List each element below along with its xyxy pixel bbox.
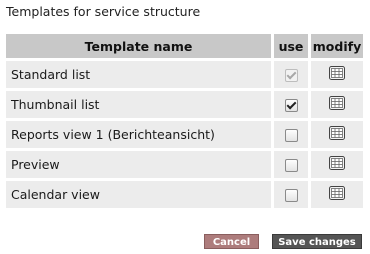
- use-cell: [274, 61, 311, 91]
- template-name: Preview: [11, 157, 60, 172]
- edit-template-icon[interactable]: [329, 66, 345, 83]
- edit-template-icon[interactable]: [329, 96, 345, 113]
- table-row: Thumbnail list: [6, 91, 363, 121]
- use-cell: [274, 151, 311, 181]
- template-name: Calendar view: [11, 187, 100, 202]
- use-checkbox: [284, 69, 298, 82]
- modify-cell: [311, 91, 363, 121]
- table-row: Preview: [6, 151, 363, 181]
- template-name-cell: Preview: [6, 151, 274, 181]
- use-cell: [274, 121, 311, 151]
- header-template-name: Template name: [6, 34, 274, 61]
- edit-template-icon[interactable]: [329, 156, 345, 173]
- use-checkbox[interactable]: [284, 129, 298, 142]
- template-name-cell: Thumbnail list: [6, 91, 274, 121]
- use-cell: [274, 181, 311, 211]
- use-cell: [274, 91, 311, 121]
- page-title: Templates for service structure: [6, 4, 201, 19]
- table-header-row: Template name use modify: [6, 34, 363, 61]
- modify-cell: [311, 181, 363, 211]
- template-name-cell: Reports view 1 (Berichteansicht): [6, 121, 274, 151]
- modify-cell: [311, 151, 363, 181]
- header-use: use: [274, 34, 311, 61]
- header-modify: modify: [311, 34, 363, 61]
- edit-template-icon[interactable]: [329, 126, 345, 143]
- modify-cell: [311, 121, 363, 151]
- table-row: Standard list: [6, 61, 363, 91]
- table-row: Reports view 1 (Berichteansicht): [6, 121, 363, 151]
- use-checkbox[interactable]: [284, 189, 298, 202]
- template-name: Reports view 1 (Berichteansicht): [11, 127, 215, 142]
- template-name: Thumbnail list: [11, 97, 100, 112]
- template-name-cell: Calendar view: [6, 181, 274, 211]
- table-row: Calendar view: [6, 181, 363, 211]
- edit-template-icon[interactable]: [329, 186, 345, 203]
- use-checkbox[interactable]: [284, 159, 298, 172]
- modify-cell: [311, 61, 363, 91]
- save-changes-button[interactable]: Save changes: [272, 234, 362, 249]
- cancel-button[interactable]: Cancel: [204, 234, 259, 249]
- template-name-cell: Standard list: [6, 61, 274, 91]
- template-name: Standard list: [11, 67, 91, 82]
- templates-table: Template name use modify Standard list Th…: [6, 34, 363, 211]
- use-checkbox[interactable]: [284, 99, 298, 112]
